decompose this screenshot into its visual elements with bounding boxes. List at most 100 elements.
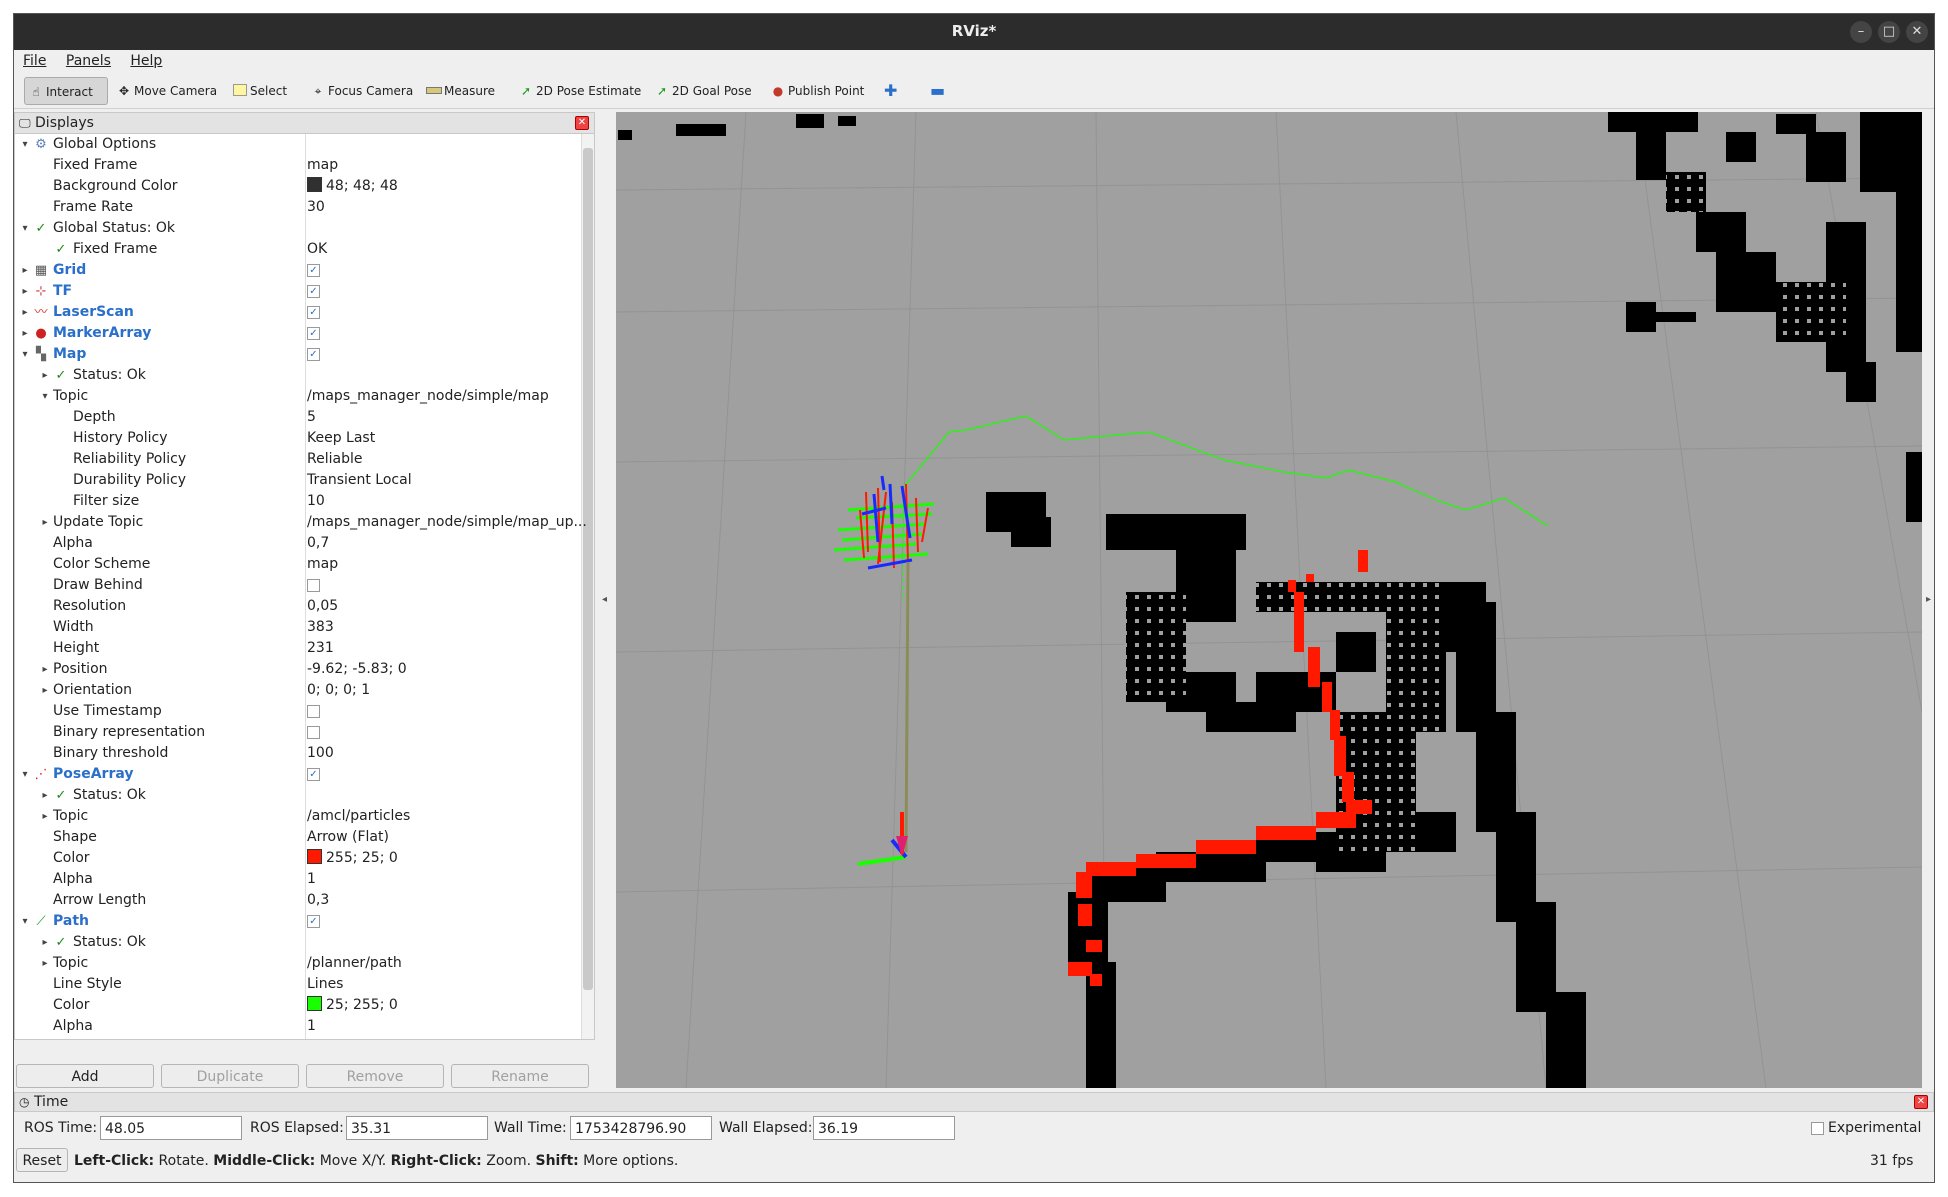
checkbox[interactable]: ✓ — [307, 284, 320, 298]
display-row[interactable]: ▸ ✓ Status: Ok — [15, 932, 581, 953]
property-value[interactable]: -9.62; -5.83; 0 — [307, 659, 407, 680]
minimize-icon[interactable]: – — [1850, 21, 1872, 43]
display-row[interactable]: Height 231 — [15, 638, 581, 659]
display-row[interactable]: Binary representation — [15, 722, 581, 743]
display-row[interactable]: Draw Behind — [15, 575, 581, 596]
menu-help[interactable]: Help — [121, 50, 168, 69]
display-row[interactable]: ▾ ✓ Global Status: Ok — [15, 218, 581, 239]
display-row[interactable]: Depth 5 — [15, 407, 581, 428]
focus-camera-tool[interactable]: ⌖ Focus Camera — [310, 77, 414, 105]
display-row[interactable]: Durability Policy Transient Local — [15, 470, 581, 491]
publish-point-tool[interactable]: ● Publish Point — [770, 77, 865, 105]
checkbox[interactable] — [307, 578, 320, 592]
add-button[interactable]: Add — [16, 1064, 154, 1088]
property-value[interactable]: /maps_manager_node/simple/map_up... — [307, 512, 587, 533]
wall-time-field[interactable]: 1753428796.90 — [570, 1116, 712, 1140]
remove-button[interactable]: Remove — [306, 1064, 444, 1088]
display-row[interactable]: ▸ ✓ Status: Ok — [15, 365, 581, 386]
property-value[interactable]: /amcl/particles — [307, 806, 410, 827]
expand-open-icon[interactable]: ▾ — [19, 344, 31, 365]
collapse-right-icon[interactable]: ▸ — [1926, 594, 1931, 605]
ros-elapsed-field[interactable]: 35.31 — [346, 1116, 488, 1140]
display-row[interactable]: Alpha 1 — [15, 869, 581, 890]
property-value[interactable]: ✓ — [307, 260, 320, 281]
property-value[interactable]: 231 — [307, 638, 334, 659]
display-row[interactable]: Width 383 — [15, 617, 581, 638]
expand-closed-icon[interactable]: ▸ — [39, 932, 51, 953]
displays-tree[interactable]: ▾ ⚙ Global Options Fixed Frame map Background… — [14, 133, 595, 1040]
remove-tool-icon[interactable]: ▬ — [930, 77, 945, 105]
checkbox[interactable]: ✓ — [307, 347, 320, 361]
property-value[interactable]: Transient Local — [307, 470, 412, 491]
display-row[interactable]: ▸ ⊹ TF ✓ — [15, 281, 581, 302]
property-value[interactable]: Keep Last — [307, 428, 375, 449]
checkbox[interactable]: ✓ — [307, 326, 320, 340]
property-value[interactable]: 383 — [307, 617, 334, 638]
interact-tool[interactable]: ☝ Interact — [24, 77, 108, 105]
display-row[interactable]: Filter size 10 — [15, 491, 581, 512]
property-value[interactable]: 0,7 — [307, 533, 329, 554]
maximize-icon[interactable]: □ — [1878, 21, 1900, 43]
checkbox[interactable]: ✓ — [307, 263, 320, 277]
property-value[interactable]: ✓ — [307, 281, 320, 302]
expand-open-icon[interactable]: ▾ — [19, 764, 31, 785]
display-row[interactable]: ▸ Orientation 0; 0; 0; 1 — [15, 680, 581, 701]
scrollbar-thumb[interactable] — [583, 148, 593, 990]
display-row[interactable]: ▸ ✓ Status: Ok — [15, 785, 581, 806]
collapse-left-icon[interactable]: ◂ — [602, 594, 607, 605]
display-row[interactable]: ▸ Position -9.62; -5.83; 0 — [15, 659, 581, 680]
display-row[interactable]: ▸ ● MarkerArray ✓ — [15, 323, 581, 344]
close-time-panel-icon[interactable]: ✕ — [1914, 1095, 1928, 1109]
menu-file[interactable]: File — [14, 50, 52, 69]
display-row[interactable]: Color 255; 25; 0 — [15, 848, 581, 869]
goal-pose-tool[interactable]: ➚ 2D Goal Pose — [654, 77, 752, 105]
expand-closed-icon[interactable]: ▸ — [39, 365, 51, 386]
property-value[interactable]: ✓ — [307, 764, 320, 785]
expand-closed-icon[interactable]: ▸ — [19, 260, 31, 281]
display-row[interactable]: ▾ ⚙ Global Options — [15, 134, 581, 155]
property-value[interactable]: Arrow (Flat) — [307, 827, 389, 848]
display-row[interactable]: Color 25; 255; 0 — [15, 995, 581, 1016]
wall-elapsed-field[interactable]: 36.19 — [813, 1116, 955, 1140]
close-icon[interactable]: ✕ — [1906, 21, 1928, 43]
display-row[interactable]: Line Style Lines — [15, 974, 581, 995]
property-value[interactable]: 0,05 — [307, 596, 338, 617]
display-row[interactable]: Background Color 48; 48; 48 — [15, 176, 581, 197]
property-value[interactable]: 5 — [307, 407, 316, 428]
checkbox[interactable]: ✓ — [307, 767, 320, 781]
property-value[interactable]: map — [307, 155, 338, 176]
checkbox[interactable]: ✓ — [307, 305, 320, 319]
rename-button[interactable]: Rename — [451, 1064, 589, 1088]
display-row[interactable]: ▾ ⟋ Path ✓ — [15, 911, 581, 932]
checkbox[interactable] — [307, 725, 320, 739]
property-value[interactable]: map — [307, 554, 338, 575]
property-value[interactable]: Lines — [307, 974, 343, 995]
property-value[interactable]: 30 — [307, 197, 325, 218]
property-value[interactable]: OK — [307, 239, 327, 260]
measure-tool[interactable]: Measure — [426, 77, 495, 105]
display-row[interactable]: ✓ Fixed Frame OK — [15, 239, 581, 260]
select-tool[interactable]: Select — [232, 77, 287, 105]
expand-closed-icon[interactable]: ▸ — [39, 953, 51, 974]
property-value[interactable]: 25; 255; 0 — [307, 995, 398, 1016]
property-value[interactable] — [307, 722, 320, 743]
add-tool-icon[interactable]: ✚ — [884, 77, 897, 105]
menu-panels[interactable]: Panels — [57, 50, 117, 69]
experimental-checkbox[interactable] — [1811, 1122, 1824, 1135]
move-camera-tool[interactable]: ✥ Move Camera — [116, 77, 217, 105]
display-row[interactable]: Resolution 0,05 — [15, 596, 581, 617]
property-value[interactable] — [307, 701, 320, 722]
expand-open-icon[interactable]: ▾ — [19, 134, 31, 155]
duplicate-button[interactable]: Duplicate — [161, 1064, 299, 1088]
property-value[interactable]: /maps_manager_node/simple/map — [307, 386, 549, 407]
display-row[interactable]: ▸ Topic/planner/path — [15, 953, 581, 974]
expand-open-icon[interactable]: ▾ — [19, 218, 31, 239]
property-value[interactable]: 48; 48; 48 — [307, 176, 398, 197]
display-row[interactable]: ▸ 〰 LaserScan ✓ — [15, 302, 581, 323]
display-row[interactable]: ▾ ▚ Map ✓ — [15, 344, 581, 365]
property-value[interactable]: Reliable — [307, 449, 362, 470]
expand-closed-icon[interactable]: ▸ — [19, 281, 31, 302]
property-value[interactable] — [307, 575, 320, 596]
checkbox[interactable]: ✓ — [307, 914, 320, 928]
display-row[interactable]: ▸ Topic/amcl/particles — [15, 806, 581, 827]
